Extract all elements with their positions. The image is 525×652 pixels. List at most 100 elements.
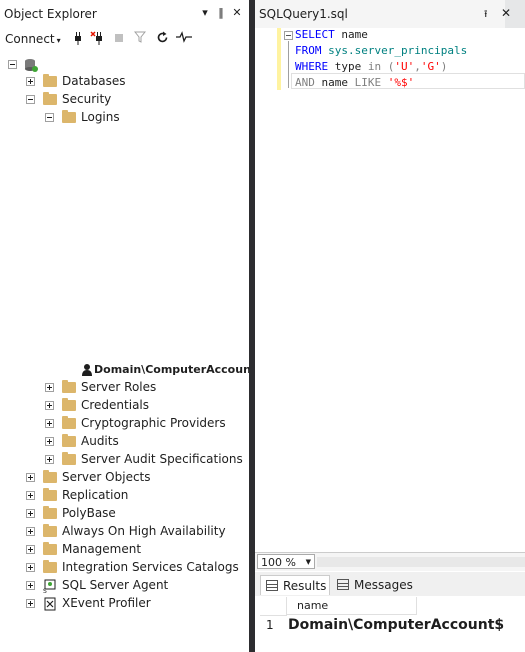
activity-monitor-icon[interactable] — [176, 31, 192, 47]
table-cell-name[interactable]: Domain\ComputerAccount$ — [288, 615, 518, 635]
expand-icon[interactable] — [26, 509, 35, 518]
tree-node-replication[interactable]: Replication — [0, 487, 245, 505]
tab-results[interactable]: Results — [260, 575, 330, 595]
expand-icon[interactable] — [26, 581, 35, 590]
tree-node-server-audit-specifications[interactable]: Server Audit Specifications — [0, 451, 245, 469]
object-explorer-title-bar: Object Explorer ▾ ‖ ✕ — [0, 0, 249, 28]
object-explorer-title: Object Explorer — [4, 7, 97, 21]
connect-plug-icon[interactable] — [70, 31, 86, 47]
agent-icon: S — [43, 579, 57, 595]
expand-icon[interactable] — [45, 419, 54, 428]
tree-node-polybase[interactable]: PolyBase — [0, 505, 245, 523]
tree-node-databases[interactable]: Databases — [0, 73, 245, 91]
folder-icon — [62, 452, 76, 465]
expand-icon[interactable] — [45, 437, 54, 446]
tree-node-label: PolyBase — [62, 506, 116, 520]
tree-node-label: Server Roles — [81, 380, 157, 394]
tree-node-login-item[interactable]: Domain\ComputerAccount$ — [0, 361, 249, 379]
folder-icon — [43, 524, 57, 537]
collapse-icon[interactable] — [45, 113, 54, 122]
tree-node-credentials[interactable]: Credentials — [0, 397, 245, 415]
tree-node-label: Server Audit Specifications — [81, 452, 243, 466]
close-icon[interactable]: ✕ — [501, 6, 511, 20]
tree-node-security[interactable]: Security — [0, 91, 245, 109]
query-editor-panel: SQLQuery1.sql ⭱ ✕ SELECT name FROM sys.s… — [255, 0, 525, 652]
object-explorer-toolbar: Connect ▾ — [0, 28, 249, 50]
expand-icon[interactable] — [45, 401, 54, 410]
expand-icon[interactable] — [45, 455, 54, 464]
editor-status-bar: 100 % ▼ — [255, 552, 525, 571]
tree-node-server-roles[interactable]: Server Roles — [0, 379, 245, 397]
expand-icon[interactable] — [26, 491, 35, 500]
xevent-icon — [43, 597, 57, 611]
refresh-icon[interactable] — [154, 31, 170, 47]
row-number[interactable]: 1 — [266, 615, 286, 635]
zoom-select[interactable]: 100 % ▼ — [257, 554, 315, 569]
tab-title: SQLQuery1.sql — [259, 7, 348, 21]
tree-node-audits[interactable]: Audits — [0, 433, 245, 451]
filter-icon[interactable] — [132, 31, 148, 47]
collapse-icon[interactable] — [26, 95, 35, 104]
tree-node-server[interactable] — [0, 56, 245, 74]
code-line-2: FROM sys.server_principals — [295, 44, 468, 57]
tab-messages[interactable]: Messages — [332, 575, 413, 595]
row-header-corner[interactable] — [260, 597, 287, 616]
tree-node-label: Cryptographic Providers — [81, 416, 226, 430]
collapse-icon[interactable] — [8, 60, 17, 69]
tree-node-label: Domain\ComputerAccount$ — [94, 363, 249, 376]
tree-node-server-objects[interactable]: Server Objects — [0, 469, 245, 487]
tree-node-integration-services[interactable]: Integration Services Catalogs — [0, 559, 245, 577]
stop-icon[interactable] — [111, 31, 127, 47]
tree-node-label: Logins — [81, 110, 120, 124]
results-tab-strip: Results Messages — [255, 572, 525, 596]
tab-results-label: Results — [283, 579, 327, 593]
code-line-3: WHERE type in ('U','G') — [295, 60, 448, 73]
pin-icon[interactable]: ⭱ — [484, 7, 488, 24]
user-icon — [80, 363, 94, 377]
zoom-value: 100 % — [261, 556, 296, 569]
sql-editor[interactable]: SELECT name FROM sys.server_principals W… — [255, 28, 525, 550]
disconnect-icon[interactable] — [90, 31, 106, 47]
tree-node-label: Integration Services Catalogs — [62, 560, 239, 574]
tab-messages-label: Messages — [354, 578, 413, 592]
tree-node-label: Databases — [62, 74, 126, 88]
outline-collapse-icon[interactable] — [284, 31, 293, 40]
column-header-name[interactable]: name — [287, 597, 417, 615]
tree-node-always-on[interactable]: Always On High Availability — [0, 523, 245, 541]
tree-node-management[interactable]: Management — [0, 541, 245, 559]
svg-text:S: S — [43, 588, 47, 593]
folder-icon — [43, 506, 57, 519]
object-explorer-panel: Object Explorer ▾ ‖ ✕ Connect ▾ Database… — [0, 0, 249, 652]
server-icon — [24, 58, 38, 72]
tree-node-label: XEvent Profiler — [62, 596, 151, 610]
tree-node-cryptographic-providers[interactable]: Cryptographic Providers — [0, 415, 245, 433]
folder-icon — [43, 560, 57, 573]
close-icon[interactable]: ✕ — [230, 6, 244, 20]
expand-icon[interactable] — [26, 527, 35, 536]
folder-icon — [43, 74, 57, 87]
expand-icon[interactable] — [45, 383, 54, 392]
pin-icon[interactable]: ‖ — [214, 6, 228, 20]
expand-icon[interactable] — [26, 473, 35, 482]
tree-node-xevent-profiler[interactable]: XEvent Profiler — [0, 595, 245, 613]
folder-icon — [62, 434, 76, 447]
grid-icon — [266, 580, 278, 591]
horizontal-scrollbar[interactable] — [317, 557, 525, 567]
code-line-4: AND name LIKE '%$' — [295, 76, 415, 89]
expand-icon[interactable] — [26, 545, 35, 554]
window-position-dropdown-icon[interactable]: ▾ — [198, 6, 212, 20]
connect-label: Connect — [5, 32, 55, 46]
tab-sqlquery1[interactable]: SQLQuery1.sql ⭱ ✕ — [255, 0, 511, 28]
connect-button[interactable]: Connect ▾ — [5, 32, 61, 46]
expand-icon[interactable] — [26, 599, 35, 608]
document-tab-strip: SQLQuery1.sql ⭱ ✕ — [255, 0, 525, 28]
expand-icon[interactable] — [26, 563, 35, 572]
tree-node-label: Audits — [81, 434, 119, 448]
folder-icon — [43, 488, 57, 501]
tree-node-logins[interactable]: Logins — [0, 109, 245, 127]
messages-icon — [337, 579, 349, 590]
expand-icon[interactable] — [26, 77, 35, 86]
tree-node-label: Security — [62, 92, 112, 106]
folder-icon — [43, 470, 57, 483]
tree-node-sql-server-agent[interactable]: S SQL Server Agent — [0, 577, 245, 595]
